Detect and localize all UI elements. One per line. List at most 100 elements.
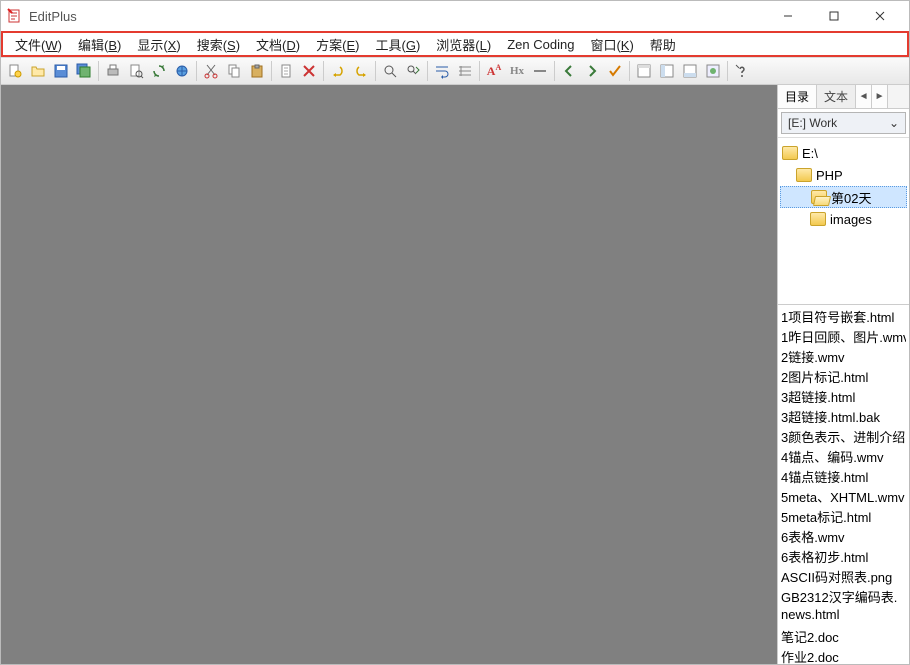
delete-button[interactable] — [298, 60, 320, 82]
menu-0[interactable]: 文件(W) — [7, 33, 70, 56]
new-file-button[interactable] — [4, 60, 26, 82]
web-button[interactable] — [171, 60, 193, 82]
toolbar-separator — [375, 61, 376, 81]
sidebar: 目录 文本 ◄ ► [E:] Work ⌄ E:\ PHP 第02天images 1… — [777, 85, 909, 664]
menu-8[interactable]: Zen Coding — [499, 35, 582, 54]
file-item[interactable]: 6表格初步.html — [781, 547, 906, 567]
menu-3[interactable]: 搜索(S) — [189, 33, 248, 56]
tree-item-3[interactable]: images — [780, 208, 907, 230]
file-item[interactable]: 3颜色表示、进制介绍 — [781, 427, 906, 447]
file-item[interactable]: 1项目符号嵌套.html — [781, 307, 906, 327]
file-item[interactable]: 笔记2.doc — [781, 627, 906, 647]
tab-text[interactable]: 文本 — [817, 85, 856, 108]
cut-button[interactable] — [200, 60, 222, 82]
file-item[interactable]: 1昨日回顾、图片.wmv — [781, 327, 906, 347]
hx-button[interactable]: Hx — [506, 60, 528, 82]
workspace: 目录 文本 ◄ ► [E:] Work ⌄ E:\ PHP 第02天images 1… — [1, 85, 909, 664]
delete-icon — [301, 63, 317, 79]
help-button[interactable] — [731, 60, 753, 82]
folder-icon — [810, 212, 826, 226]
panel-4-button[interactable] — [702, 60, 724, 82]
menu-10[interactable]: 帮助 — [642, 33, 684, 56]
file-item[interactable]: 5meta标记.html — [781, 507, 906, 527]
tree-label: E:\ — [802, 146, 818, 161]
print-preview-button[interactable] — [125, 60, 147, 82]
file-item[interactable]: 4锚点、编码.wmv — [781, 447, 906, 467]
close-button[interactable] — [857, 1, 903, 31]
file-item[interactable]: GB2312汉字编码表. — [781, 587, 906, 607]
check-button[interactable] — [604, 60, 626, 82]
redo-button[interactable] — [350, 60, 372, 82]
drive-select[interactable]: [E:] Work ⌄ — [781, 112, 906, 134]
minimize-button[interactable] — [765, 1, 811, 31]
line-numbers-button[interactable] — [454, 60, 476, 82]
menu-6[interactable]: 工具(G) — [367, 33, 428, 56]
panel-1-icon — [636, 63, 652, 79]
menubar: 文件(W)编辑(B)显示(X)搜索(S)文档(D)方案(E)工具(G)浏览器(L… — [1, 31, 909, 57]
toolbar-separator — [323, 61, 324, 81]
panel-2-button[interactable] — [656, 60, 678, 82]
nav-right-button[interactable] — [581, 60, 603, 82]
tree-item-0[interactable]: E:\ — [780, 142, 907, 164]
print-button[interactable] — [102, 60, 124, 82]
print-preview-icon — [128, 63, 144, 79]
toolbar-separator — [629, 61, 630, 81]
undo-icon — [330, 63, 346, 79]
undo-button[interactable] — [327, 60, 349, 82]
panel-1-button[interactable] — [633, 60, 655, 82]
menu-1[interactable]: 编辑(B) — [70, 33, 129, 56]
redo-icon — [353, 63, 369, 79]
editor-area — [1, 85, 777, 664]
file-item[interactable]: news.html — [781, 607, 906, 627]
maximize-button[interactable] — [811, 1, 857, 31]
menu-5[interactable]: 方案(E) — [308, 33, 367, 56]
tab-scroll-right[interactable]: ► — [872, 85, 888, 108]
word-wrap-button[interactable] — [431, 60, 453, 82]
file-item[interactable]: ASCII码对照表.png — [781, 567, 906, 587]
tree-item-2[interactable]: 第02天 — [780, 186, 907, 208]
tab-scroll-left[interactable]: ◄ — [856, 85, 872, 108]
line-numbers-icon — [457, 63, 473, 79]
file-item[interactable]: 4锚点链接.html — [781, 467, 906, 487]
file-item[interactable]: 作业2.doc — [781, 647, 906, 664]
file-item[interactable]: 2图片标记.html — [781, 367, 906, 387]
find-icon — [382, 63, 398, 79]
nav-right-icon — [584, 63, 600, 79]
menu-9[interactable]: 窗口(K) — [582, 33, 641, 56]
open-file-button[interactable] — [27, 60, 49, 82]
file-item[interactable]: 3超链接.html.bak — [781, 407, 906, 427]
toolbar-separator — [427, 61, 428, 81]
toolbar-separator — [98, 61, 99, 81]
toolbar-separator — [554, 61, 555, 81]
nav-left-icon — [561, 63, 577, 79]
line-button[interactable] — [529, 60, 551, 82]
menu-2[interactable]: 显示(X) — [129, 33, 188, 56]
panel-3-button[interactable] — [679, 60, 701, 82]
doc-icon — [278, 63, 294, 79]
nav-left-button[interactable] — [558, 60, 580, 82]
doc-button[interactable] — [275, 60, 297, 82]
folder-icon — [811, 190, 827, 204]
copy-button[interactable] — [223, 60, 245, 82]
file-item[interactable]: 6表格.wmv — [781, 527, 906, 547]
tree-label: 第02天 — [831, 188, 871, 207]
find-next-button[interactable] — [402, 60, 424, 82]
panel-3-icon — [682, 63, 698, 79]
chevron-down-icon: ⌄ — [889, 116, 899, 130]
file-item[interactable]: 3超链接.html — [781, 387, 906, 407]
folder-icon — [782, 146, 798, 160]
font-aa-button[interactable]: AA — [483, 60, 505, 82]
file-item[interactable]: 2链接.wmv — [781, 347, 906, 367]
app-icon — [7, 8, 23, 24]
save-all-button[interactable] — [73, 60, 95, 82]
paste-button[interactable] — [246, 60, 268, 82]
tab-directory[interactable]: 目录 — [778, 85, 817, 108]
menu-4[interactable]: 文档(D) — [248, 33, 308, 56]
panel-4-icon — [705, 63, 721, 79]
find-button[interactable] — [379, 60, 401, 82]
tree-item-1[interactable]: PHP — [780, 164, 907, 186]
sync-button[interactable] — [148, 60, 170, 82]
file-item[interactable]: 5meta、XHTML.wmv — [781, 487, 906, 507]
save-button[interactable] — [50, 60, 72, 82]
menu-7[interactable]: 浏览器(L) — [428, 33, 499, 56]
